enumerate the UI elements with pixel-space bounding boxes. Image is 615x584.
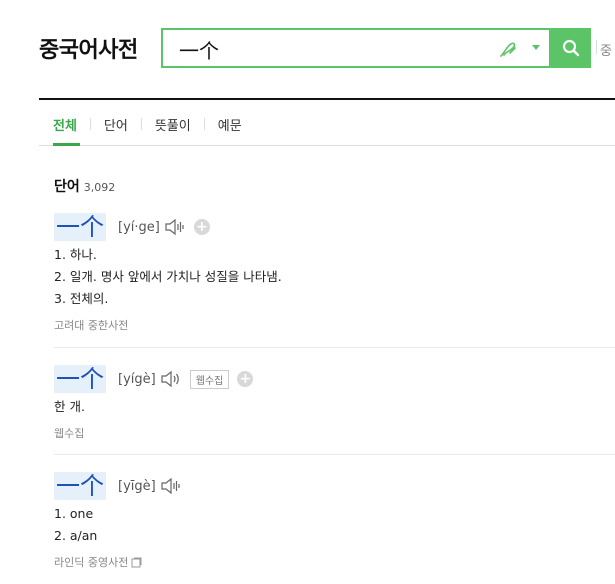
section-title-label[interactable]: 단어 [54, 179, 80, 195]
result-tabs: 전체 단어 뜻풀이 예문 [39, 114, 242, 134]
entry-definition: 1. one [54, 506, 94, 521]
entry-source[interactable]: 고려대 중한사전 [54, 317, 615, 333]
speaker-icon[interactable] [160, 370, 182, 388]
source-badge: 웹수집 [189, 369, 230, 389]
result-count: 3,092 [83, 181, 116, 194]
tab-divider [203, 118, 205, 130]
add-wordbook-icon[interactable]: + [193, 219, 210, 235]
search-button[interactable] [551, 28, 591, 68]
section-title: 단어 3,092 [54, 176, 115, 196]
tab-all[interactable]: 전체 [53, 115, 77, 134]
entry-divider [54, 347, 615, 348]
search-icon [562, 39, 580, 57]
truncated-menu-text[interactable]: 중 [600, 40, 612, 59]
search-input[interactable] [177, 34, 481, 64]
entry-source[interactable]: 라인딕 중영사전 [54, 554, 128, 570]
entry-definition: 1. 하나. [54, 247, 97, 262]
word-entry: 一个 [yīgè] 1. one 2. a/an 라인딕 중영사전 [54, 472, 615, 570]
tab-meanings[interactable]: 뜻풀이 [155, 115, 191, 134]
word-entry: 一个 [yígè] 웹수집 + 한 개. 웹수집 [54, 365, 615, 441]
tab-divider [89, 118, 91, 130]
tab-words[interactable]: 단어 [104, 115, 128, 134]
entry-source[interactable]: 웹수집 [54, 425, 615, 441]
tab-divider [140, 118, 142, 130]
tab-rule [39, 145, 615, 146]
entry-divider [54, 454, 615, 455]
header-rule [39, 98, 615, 100]
entry-pinyin: [yígè] [118, 371, 156, 387]
entry-definition: 2. 일개. 명사 앞에서 가치나 성질을 나타냄. [54, 269, 282, 284]
entry-headword[interactable]: 一个 [54, 213, 106, 241]
entry-definition: 한 개. [54, 399, 85, 414]
entry-definition: 2. a/an [54, 528, 98, 543]
entry-headword[interactable]: 一个 [54, 472, 106, 500]
dictionary-title[interactable]: 중국어사전 [39, 32, 138, 64]
entry-source-row: 라인딕 중영사전 [54, 554, 615, 570]
chevron-down-icon[interactable] [531, 44, 541, 52]
handwriting-icon[interactable] [497, 38, 519, 60]
entry-pinyin: [yīgè] [118, 478, 156, 494]
speaker-icon[interactable] [160, 477, 182, 495]
external-link-icon[interactable] [131, 557, 142, 568]
entry-headword[interactable]: 一个 [54, 365, 106, 393]
header-divider [596, 40, 597, 54]
active-tab-indicator [53, 143, 80, 146]
speaker-icon[interactable] [164, 218, 186, 236]
search-box [161, 28, 551, 68]
entry-definition: 3. 전체의. [54, 291, 109, 306]
word-entry: 一个 [yí·ge] + 1. 하나. 2. 일개. 명사 앞에서 가치나 성질… [54, 213, 615, 333]
tab-examples[interactable]: 예문 [218, 115, 242, 134]
entry-pinyin: [yí·ge] [118, 219, 160, 235]
add-wordbook-icon[interactable]: + [237, 371, 254, 387]
